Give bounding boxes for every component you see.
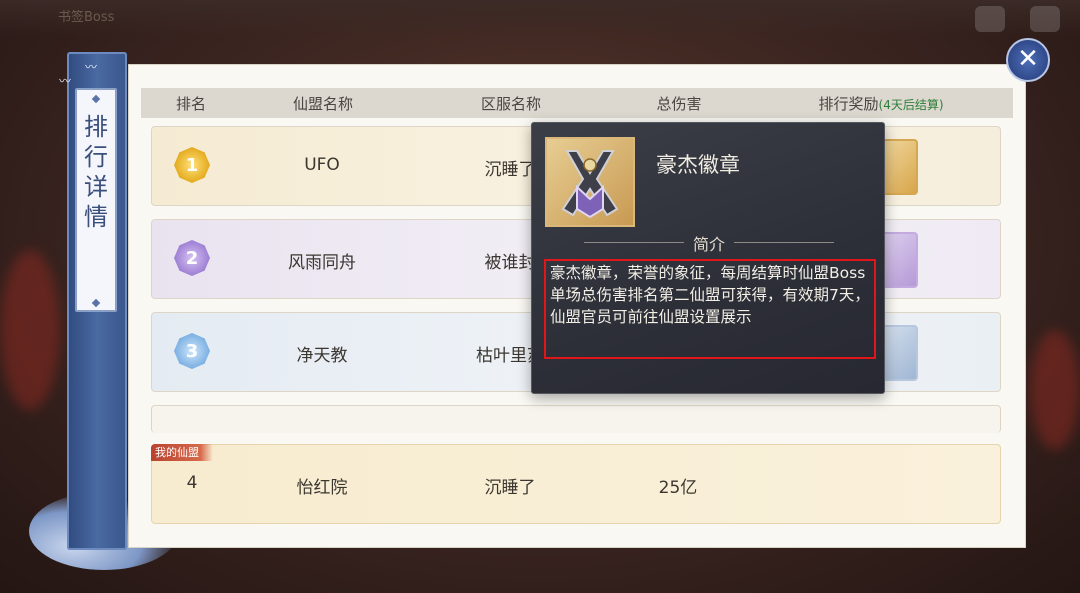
banner-title-char: 情 [84, 203, 108, 231]
rank-number: 1 [185, 154, 199, 176]
section-title: 简介 [692, 235, 725, 254]
item-tooltip: 豪杰徽章 简介 豪杰徽章，荣誉的象征，每周结算时仙盟Boss单场总伤害排名第二仙… [531, 122, 885, 394]
banner-title-char: 详 [84, 173, 108, 201]
top-bar-icon [1030, 6, 1060, 32]
top-bar-title: 书签Boss [58, 10, 115, 25]
rank-medal-icon: 2 [174, 240, 210, 276]
rank-medal-icon: 3 [174, 333, 210, 369]
background-glow [0, 250, 60, 410]
banner-title-char: 排 [84, 113, 108, 141]
item-name: 豪杰徽章 [656, 153, 740, 177]
server-name: 沉睡了 [484, 160, 536, 180]
close-button[interactable]: ✕ [1006, 38, 1050, 82]
rank-number: 3 [185, 340, 199, 362]
my-guild-name: 怡红院 [296, 478, 348, 498]
bird-icon: 〰 [59, 74, 72, 88]
my-guild-server: 沉睡了 [484, 478, 536, 498]
table-row [151, 405, 1001, 433]
column-rank: 排名 [175, 95, 207, 113]
banner-title-char: 行 [84, 143, 108, 171]
my-guild-tag: 我的仙盟 [151, 444, 213, 461]
background-glow [1030, 330, 1080, 450]
item-description: 豪杰徽章，荣誉的象征，每周结算时仙盟Boss单场总伤害排名第二仙盟可获得，有效期… [544, 259, 876, 359]
badge-artwork [561, 150, 619, 219]
rank-medal-icon: 1 [174, 147, 210, 183]
banner-title: 排 行 详 情 [75, 112, 117, 232]
column-total-damage: 总伤害 [656, 95, 702, 113]
server-name: 被谁封 [484, 253, 536, 273]
divider [734, 242, 834, 243]
bird-icon: 〰 [85, 60, 98, 74]
reward-settle-note: (4天后结算) [878, 98, 944, 112]
column-reward-label: 排行奖励 [818, 95, 879, 113]
ranking-detail-banner: 排 行 详 情 〰 〰 [29, 52, 179, 570]
top-bar [0, 0, 1080, 36]
rank-number: 2 [185, 247, 199, 269]
close-icon: ✕ [1017, 44, 1039, 74]
column-server-name: 区服名称 [480, 95, 542, 113]
column-guild-name: 仙盟名称 [292, 95, 354, 113]
my-guild-row[interactable]: 我的仙盟 4 怡红院 沉睡了 25亿 [151, 444, 1001, 524]
crossed-swords-badge-icon [545, 137, 635, 227]
table-header: 排名 仙盟名称 区服名称 总伤害 排行奖励(4天后结算) [141, 88, 1013, 118]
guild-name: 风雨同舟 [288, 253, 356, 273]
my-guild-damage: 25亿 [658, 478, 698, 498]
my-guild-rank: 4 [186, 473, 198, 493]
column-reward: 排行奖励(4天后结算) [818, 93, 943, 114]
guild-name: UFO [304, 155, 340, 175]
guild-name: 净天教 [296, 346, 348, 366]
top-bar-icon [975, 6, 1005, 32]
